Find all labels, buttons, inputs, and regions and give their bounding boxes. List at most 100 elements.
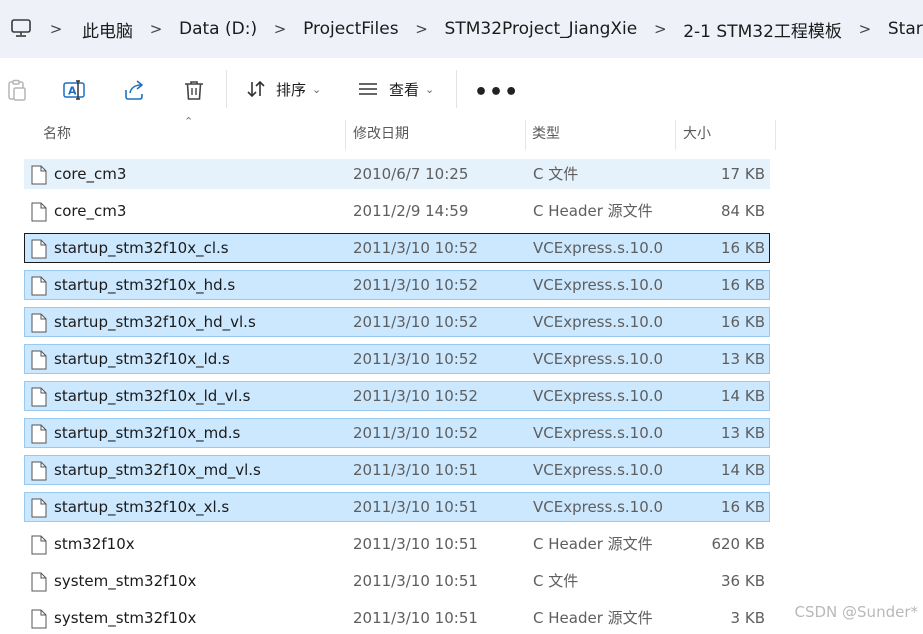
address-bar[interactable]: > 此电脑 > Data (D:) > ProjectFiles > STM32… (0, 0, 923, 58)
file-date: 2011/3/10 10:52 (353, 350, 478, 368)
chevron-right-icon[interactable]: > (850, 20, 880, 38)
file-row[interactable]: system_stm32f10x 2011/3/10 10:51 C 文件 36… (24, 566, 770, 596)
file-size: 14 KB (721, 387, 765, 405)
chevron-right-icon[interactable]: > (407, 20, 437, 38)
sort-button[interactable]: 排序 ⌄ (246, 58, 321, 120)
file-icon (31, 202, 47, 222)
file-size: 17 KB (721, 165, 765, 183)
file-type: VCExpress.s.10.0 (533, 498, 664, 516)
column-header-name[interactable]: 名称 (43, 120, 71, 150)
column-separator[interactable] (525, 120, 526, 150)
file-type: VCExpress.s.10.0 (533, 387, 664, 405)
file-type: C 文件 (533, 572, 579, 590)
file-size: 84 KB (721, 202, 765, 220)
file-row[interactable]: startup_stm32f10x_hd.s 2011/3/10 10:52 V… (24, 270, 770, 300)
breadcrumb-item-stm32project[interactable]: STM32Project_JiangXie (437, 19, 646, 39)
file-date: 2011/3/10 10:51 (353, 609, 478, 627)
file-icon (31, 461, 47, 481)
file-type: VCExpress.s.10.0 (533, 461, 664, 479)
file-icon (31, 424, 47, 444)
file-row[interactable]: startup_stm32f10x_md.s 2011/3/10 10:52 V… (24, 418, 770, 448)
sort-label: 排序 (276, 80, 307, 99)
file-type: C Header 源文件 (533, 609, 653, 627)
sort-icon (247, 80, 265, 98)
file-row[interactable]: stm32f10x 2011/3/10 10:51 C Header 源文件 6… (24, 529, 770, 559)
breadcrumb-item-projectfiles[interactable]: ProjectFiles (295, 19, 406, 39)
file-size: 16 KB (721, 239, 765, 257)
rename-icon[interactable]: A (62, 78, 86, 102)
svg-text:A: A (68, 85, 77, 98)
file-date: 2011/3/10 10:52 (353, 276, 478, 294)
file-type: VCExpress.s.10.0 (533, 239, 664, 257)
file-size: 16 KB (721, 313, 765, 331)
file-name: startup_stm32f10x_xl.s (54, 498, 230, 516)
chevron-right-icon[interactable]: > (38, 20, 74, 38)
column-separator[interactable] (775, 120, 776, 150)
file-icon (31, 276, 47, 296)
file-icon (31, 572, 47, 592)
column-header-size[interactable]: 大小 (683, 120, 711, 150)
file-name: core_cm3 (54, 202, 127, 220)
column-header-date[interactable]: 修改日期 (353, 120, 409, 150)
share-icon[interactable] (122, 78, 146, 102)
column-separator[interactable] (345, 120, 346, 150)
file-date: 2011/2/9 14:59 (353, 202, 469, 220)
paste-icon[interactable] (4, 78, 28, 102)
file-type: VCExpress.s.10.0 (533, 313, 664, 331)
file-type: C Header 源文件 (533, 202, 653, 220)
column-header-type[interactable]: 类型 (532, 120, 560, 150)
toolbar-divider (456, 70, 457, 108)
chevron-right-icon[interactable]: > (141, 20, 171, 38)
toolbar-divider (226, 70, 227, 108)
view-button[interactable]: 查看 ⌄ (357, 58, 434, 120)
chevron-down-icon: ⌄ (425, 82, 435, 96)
file-row[interactable]: core_cm3 2010/6/7 10:25 C 文件 17 KB (24, 159, 770, 189)
breadcrumb-item-start[interactable]: Start (880, 19, 923, 39)
file-name: startup_stm32f10x_ld_vl.s (54, 387, 251, 405)
file-icon (31, 387, 47, 407)
file-icon (31, 165, 47, 185)
breadcrumb-item-data-drive[interactable]: Data (D:) (171, 19, 265, 39)
computer-icon[interactable] (10, 17, 32, 39)
file-name: system_stm32f10x (54, 572, 197, 590)
chevron-right-icon[interactable]: > (645, 20, 675, 38)
file-size: 14 KB (721, 461, 765, 479)
file-date: 2011/3/10 10:52 (353, 424, 478, 442)
file-name: startup_stm32f10x_ld.s (54, 350, 230, 368)
file-date: 2011/3/10 10:52 (353, 387, 478, 405)
file-row[interactable]: startup_stm32f10x_ld_vl.s 2011/3/10 10:5… (24, 381, 770, 411)
file-date: 2011/3/10 10:51 (353, 572, 478, 590)
file-row[interactable]: system_stm32f10x 2011/3/10 10:51 C Heade… (24, 603, 770, 633)
file-date: 2011/3/10 10:51 (353, 461, 478, 479)
file-row[interactable]: startup_stm32f10x_ld.s 2011/3/10 10:52 V… (24, 344, 770, 374)
breadcrumb: > 此电脑 > Data (D:) > ProjectFiles > STM32… (38, 0, 923, 58)
view-label: 查看 (389, 80, 420, 99)
breadcrumb-item-this-pc[interactable]: 此电脑 (74, 17, 141, 42)
file-type: C Header 源文件 (533, 535, 653, 553)
file-type: VCExpress.s.10.0 (533, 350, 664, 368)
file-size: 620 KB (711, 535, 765, 553)
chevron-right-icon[interactable]: > (265, 20, 295, 38)
watermark: CSDN @Sunder* (794, 603, 919, 621)
file-row[interactable]: startup_stm32f10x_hd_vl.s 2011/3/10 10:5… (24, 307, 770, 337)
breadcrumb-item-template[interactable]: 2-1 STM32工程模板 (675, 17, 850, 42)
file-name: system_stm32f10x (54, 609, 197, 627)
file-row[interactable]: startup_stm32f10x_md_vl.s 2011/3/10 10:5… (24, 455, 770, 485)
column-separator[interactable] (675, 120, 676, 150)
file-type: C 文件 (533, 165, 579, 183)
file-icon (31, 498, 47, 518)
more-options-button[interactable]: ••• (474, 80, 519, 105)
file-icon (31, 535, 47, 555)
file-date: 2011/3/10 10:52 (353, 313, 478, 331)
file-icon (31, 313, 47, 333)
file-row[interactable]: startup_stm32f10x_cl.s 2011/3/10 10:52 V… (24, 233, 770, 263)
file-name: startup_stm32f10x_hd.s (54, 276, 236, 294)
file-date: 2011/3/10 10:52 (353, 239, 478, 257)
delete-icon[interactable] (182, 78, 206, 102)
file-date: 2010/6/7 10:25 (353, 165, 469, 183)
file-size: 3 KB (730, 609, 765, 627)
file-row[interactable]: core_cm3 2011/2/9 14:59 C Header 源文件 84 … (24, 196, 770, 226)
file-row[interactable]: startup_stm32f10x_xl.s 2011/3/10 10:51 V… (24, 492, 770, 522)
file-size: 16 KB (721, 498, 765, 516)
file-name: startup_stm32f10x_hd_vl.s (54, 313, 256, 331)
